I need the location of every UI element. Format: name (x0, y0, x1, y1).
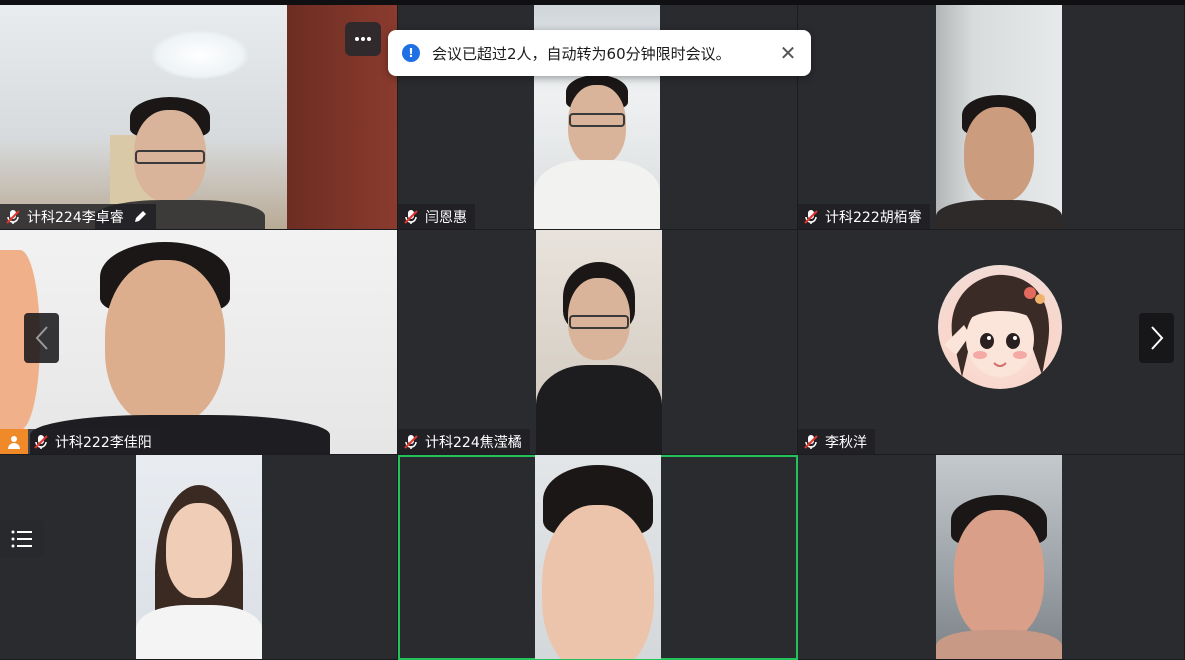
participant-name: 计科224焦滢橘 (425, 434, 522, 451)
meeting-limit-toast: ! 会议已超过2人，自动转为60分钟限时会议。 ✕ (388, 30, 811, 76)
video-feed (0, 5, 397, 229)
glasses (569, 315, 629, 329)
participant-name: 闫恩惠 (425, 209, 467, 226)
chevron-left-icon (35, 326, 48, 350)
person-body (136, 605, 262, 659)
participant-tile-active[interactable] (398, 455, 798, 660)
video-feed (136, 455, 262, 659)
mic-off-icon (6, 209, 20, 224)
participant-tile[interactable]: 计科224焦滢橘 (398, 230, 798, 455)
participant-tile[interactable]: 计科224李卓睿 (0, 5, 398, 230)
previous-page-button[interactable] (24, 313, 59, 363)
participant-name: 计科222胡栢睿 (825, 209, 922, 226)
name-tag: 李秋洋 (798, 429, 875, 454)
glasses (135, 150, 205, 164)
host-badge (0, 429, 28, 454)
person-face (542, 505, 654, 659)
ceiling-light (150, 30, 250, 80)
info-icon: ! (402, 44, 420, 62)
person-face (954, 510, 1044, 640)
person-body (936, 630, 1062, 659)
video-feed (535, 455, 661, 659)
mic-off-icon (804, 434, 818, 449)
mic-off-icon (404, 434, 418, 449)
video-feed (936, 5, 1062, 229)
video-feed (536, 230, 662, 454)
chevron-right-icon (1150, 326, 1163, 350)
avatar (938, 265, 1062, 389)
person-body (536, 365, 662, 454)
participant-name: 计科224李卓睿 (27, 209, 124, 226)
participant-tile[interactable] (798, 455, 1185, 660)
name-tag: 计科222李佳阳 (28, 429, 160, 454)
name-tag: 计科224焦滢橘 (398, 429, 530, 454)
name-tag: 计科224李卓睿 (0, 204, 156, 229)
glasses (569, 113, 625, 127)
participant-name: 李秋洋 (825, 434, 867, 451)
next-page-button[interactable] (1139, 313, 1174, 363)
participant-list-button[interactable] (0, 520, 44, 558)
person-face (105, 260, 225, 425)
close-icon[interactable]: ✕ (777, 41, 799, 65)
person-face (166, 503, 232, 598)
participant-tile[interactable] (0, 455, 398, 660)
name-tag: 计科222胡栢睿 (798, 204, 930, 229)
participant-tile[interactable]: 计科222胡栢睿 (798, 5, 1185, 230)
video-feed (0, 230, 397, 454)
cartoon-avatar-icon (944, 274, 1050, 377)
list-icon (11, 530, 32, 548)
person-body (534, 160, 660, 229)
name-tag: 闫恩惠 (398, 204, 475, 229)
more-options-button[interactable] (345, 22, 381, 56)
mic-off-icon (404, 209, 418, 224)
person-icon (8, 435, 20, 449)
video-feed (936, 455, 1062, 659)
mic-off-icon (34, 434, 48, 449)
more-icon (355, 37, 371, 41)
participant-name: 计科222李佳阳 (55, 434, 152, 451)
participant-tile[interactable]: 计科222李佳阳 (0, 230, 398, 455)
pencil-icon[interactable] (132, 209, 148, 225)
person-face (964, 107, 1034, 202)
mic-off-icon (804, 209, 818, 224)
toast-message: 会议已超过2人，自动转为60分钟限时会议。 (432, 44, 731, 63)
person-body (936, 200, 1062, 229)
